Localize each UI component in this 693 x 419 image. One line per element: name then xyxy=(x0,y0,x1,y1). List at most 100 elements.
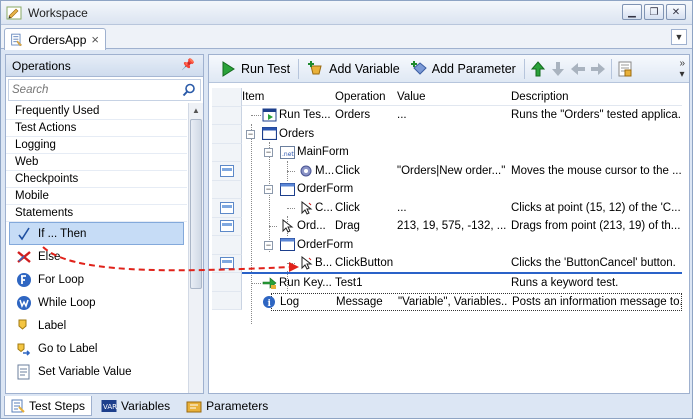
properties-icon[interactable] xyxy=(616,60,634,78)
gutter-cell[interactable] xyxy=(212,162,242,181)
table-row[interactable]: i Log Message "Variable", Variables... P… xyxy=(263,292,682,311)
add-parameter-label: Add Parameter xyxy=(431,61,516,76)
category-statements[interactable]: Statements xyxy=(6,205,187,222)
minimize-button[interactable]: ▁ xyxy=(622,4,642,20)
category-checkpoints[interactable]: Checkpoints xyxy=(6,171,187,188)
collapse-toggle[interactable]: − xyxy=(246,129,255,139)
table-row[interactable]: Run Key... Test1 Runs a keyword test. xyxy=(242,274,682,293)
document-tab-strip: OrdersApp × ▼ xyxy=(1,25,692,50)
operation-label: Go to Label xyxy=(38,342,98,355)
run-test-button[interactable]: Run Test xyxy=(215,58,294,80)
operation-else[interactable]: Else xyxy=(6,245,187,268)
tab-list-dropdown[interactable]: ▼ xyxy=(671,29,687,45)
column-header-item[interactable]: Item xyxy=(242,88,264,106)
column-header-operation[interactable]: Operation xyxy=(335,88,386,106)
row-value: ... xyxy=(397,201,407,214)
gutter-cell[interactable] xyxy=(212,199,242,218)
run-test-icon xyxy=(262,108,277,122)
search-icon[interactable] xyxy=(182,83,196,97)
tab-parameters[interactable]: Parameters xyxy=(179,396,275,416)
row-description: Drags from point (213, 19) of th... xyxy=(511,220,681,233)
operation-if-then[interactable]: If ... Then xyxy=(9,222,184,245)
category-web[interactable]: Web xyxy=(6,154,187,171)
toolbar-separator xyxy=(298,58,300,79)
operation-label[interactable]: Label xyxy=(6,314,187,337)
add-parameter-button[interactable]: Add Parameter xyxy=(406,58,520,80)
row-operation: Test1 xyxy=(335,277,363,290)
table-row[interactable]: Ord... Drag 213, 19, 575, -132, ... Drag… xyxy=(242,217,682,236)
category-mobile[interactable]: Mobile xyxy=(6,188,187,205)
operations-search xyxy=(8,79,201,101)
tab-close-icon[interactable]: × xyxy=(91,32,99,47)
operation-while-loop[interactable]: While Loop xyxy=(6,291,187,314)
row-item: OrderForm xyxy=(297,238,354,251)
gutter-cell[interactable] xyxy=(212,254,242,273)
minimize-icon: ▁ xyxy=(628,6,636,18)
row-value: "Variable", Variables... xyxy=(398,295,508,308)
gutter-cell[interactable] xyxy=(212,291,242,310)
operation-set-variable-value[interactable]: Set Variable Value xyxy=(6,360,187,383)
row-item: B... xyxy=(315,257,333,270)
table-row[interactable]: − .net MainForm xyxy=(242,143,682,162)
gutter-cell[interactable] xyxy=(212,236,242,255)
test-editor-panel: Run Test Add Variable Add Parameter » ▾ … xyxy=(208,54,690,394)
move-up-icon[interactable] xyxy=(529,60,547,78)
table-row[interactable]: M... Click "Orders|New order..." Moves t… xyxy=(242,162,682,181)
gutter-cell[interactable] xyxy=(212,273,242,292)
add-variable-button[interactable]: Add Variable xyxy=(303,58,404,80)
gutter-cell[interactable] xyxy=(212,106,242,125)
red-x-icon xyxy=(15,248,32,265)
pin-icon[interactable]: 📌 xyxy=(181,58,195,71)
screenshot-icon[interactable] xyxy=(219,164,234,177)
operation-label: Label xyxy=(38,319,67,332)
tab-label: Variables xyxy=(121,399,171,413)
tab-ordersapp[interactable]: OrdersApp × xyxy=(4,28,106,50)
collapse-toggle[interactable]: − xyxy=(264,185,273,194)
play-icon xyxy=(219,60,237,78)
tab-variables[interactable]: VAR Variables xyxy=(94,396,177,416)
screenshot-icon[interactable] xyxy=(219,220,234,233)
move-left-icon[interactable] xyxy=(569,60,587,78)
collapse-toggle[interactable]: − xyxy=(264,148,273,157)
table-row[interactable]: − OrderForm xyxy=(242,180,682,199)
row-description: Moves the mouse cursor to the ... xyxy=(511,164,681,177)
row-value: ... xyxy=(397,109,407,122)
tree-branch xyxy=(287,170,295,172)
gutter-cell[interactable] xyxy=(212,143,242,162)
column-header-description[interactable]: Description xyxy=(511,88,569,106)
operation-for-loop[interactable]: For Loop xyxy=(6,268,187,291)
gutter-cell[interactable] xyxy=(212,88,242,107)
gutter-cell[interactable] xyxy=(212,125,242,144)
row-description: Posts an information message to... xyxy=(512,295,682,308)
search-input[interactable] xyxy=(9,83,174,97)
table-row[interactable]: B... ClickButton Clicks the 'ButtonCance… xyxy=(242,254,682,273)
column-header-value[interactable]: Value xyxy=(397,88,426,106)
restore-button[interactable]: ❐ xyxy=(644,4,664,20)
row-item: Run Tes... xyxy=(279,109,331,122)
move-down-icon[interactable] xyxy=(549,60,567,78)
set-variable-icon xyxy=(15,363,32,380)
category-test-actions[interactable]: Test Actions xyxy=(6,120,187,137)
category-logging[interactable]: Logging xyxy=(6,137,187,154)
collapse-toggle[interactable]: − xyxy=(264,240,273,250)
run-test-label: Run Test xyxy=(241,61,291,76)
operations-scrollbar[interactable]: ▲ xyxy=(188,103,203,393)
category-frequently-used[interactable]: Frequently Used xyxy=(6,103,187,120)
toolbar-overflow-icon[interactable]: » ▾ xyxy=(679,58,685,80)
scroll-up-icon[interactable]: ▲ xyxy=(189,103,203,118)
screenshot-icon[interactable] xyxy=(219,257,234,270)
move-right-icon[interactable] xyxy=(589,60,607,78)
tab-test-steps[interactable]: Test Steps xyxy=(4,396,93,416)
gutter-cell[interactable] xyxy=(212,180,242,199)
close-button[interactable]: ✕ xyxy=(666,4,686,20)
gutter-cell[interactable] xyxy=(212,217,242,236)
table-row[interactable]: − Orders xyxy=(242,125,682,144)
table-row[interactable]: Run Tes... Orders ... Runs the "Orders" … xyxy=(242,106,682,125)
screenshot-icon[interactable] xyxy=(219,201,234,214)
drag-cursor-icon xyxy=(280,219,295,233)
operation-go-to-label[interactable]: Go to Label xyxy=(6,337,187,360)
row-operation: Drag xyxy=(335,220,360,233)
scrollbar-thumb[interactable] xyxy=(190,119,202,289)
table-row[interactable]: − OrderForm xyxy=(242,236,682,255)
table-row[interactable]: C... Click ... Clicks at point (15, 12) … xyxy=(242,199,682,218)
